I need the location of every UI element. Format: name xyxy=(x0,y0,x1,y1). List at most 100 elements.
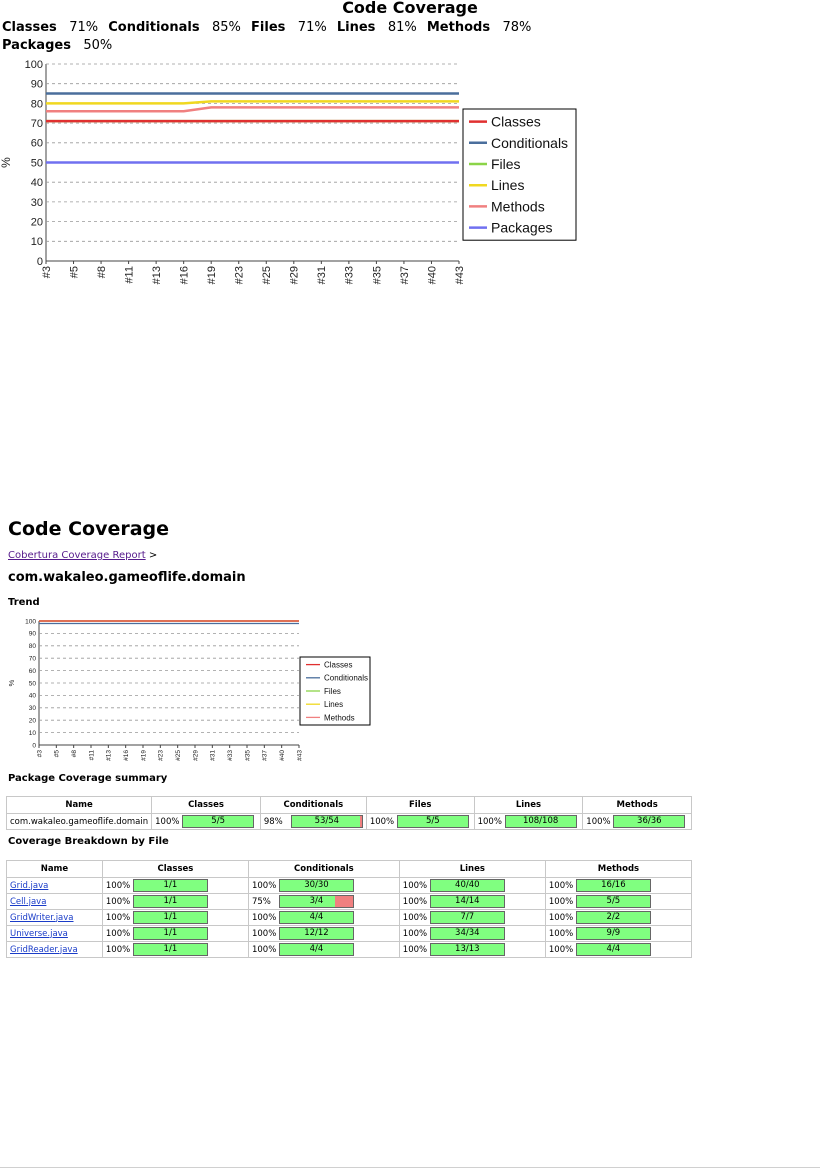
coverage-percent: 100% xyxy=(105,913,131,923)
summary-value-conditionals: 85% xyxy=(211,20,241,35)
coverage-ratio: 53/54 xyxy=(314,816,340,826)
y-tick-label: 50 xyxy=(31,157,43,169)
coverage-bar: 16/16 xyxy=(575,879,651,892)
table-row: Cell.java 100% 1/1 75% 3/4 100% 14/14 100% 5/5 xyxy=(6,893,693,910)
summary-key-conditionals: Conditionals xyxy=(108,20,200,35)
y-tick-label: 40 xyxy=(29,693,37,700)
breadcrumb: Cobertura Coverage Report > xyxy=(8,550,157,561)
y-tick-label: 0 xyxy=(32,742,36,749)
file-link[interactable]: Universe.java xyxy=(10,929,68,939)
summary-value-classes: 71% xyxy=(69,20,99,35)
package-name: com.wakaleo.gameoflife.domain xyxy=(10,816,149,827)
file-link[interactable]: Grid.java xyxy=(10,881,48,891)
coverage-cell: 100% 13/13 xyxy=(398,941,546,958)
bottom-divider xyxy=(0,1167,820,1168)
table-row: GridReader.java 100% 1/1 100% 4/4 100% 13/13 10… xyxy=(6,941,693,958)
name-cell: com.wakaleo.gameoflife.domain xyxy=(5,813,153,830)
legend-label-files: Files xyxy=(324,687,341,696)
summary-key-files: Files xyxy=(251,20,286,35)
coverage-percent: 98% xyxy=(263,817,283,827)
coverage-percent: 100% xyxy=(548,929,574,939)
file-link[interactable]: GridReader.java xyxy=(10,945,78,955)
file-link[interactable]: Cell.java xyxy=(10,897,46,907)
x-tick-label: #16 xyxy=(179,266,191,284)
coverage-ratio: 1/1 xyxy=(163,944,178,954)
coverage-cell: 100% 16/16 xyxy=(544,877,693,894)
coverage-percent: 100% xyxy=(105,897,131,907)
coverage-percent: 100% xyxy=(251,913,277,923)
package-coverage-table: Name Classes Conditionals Files Lines Methods… xyxy=(5,796,692,830)
coverage-percent: 100% xyxy=(155,817,180,827)
name-cell: Universe.java xyxy=(6,925,103,942)
package-title: com.wakaleo.gameoflife.domain xyxy=(8,570,246,585)
coverage-ratio: 2/2 xyxy=(606,912,621,922)
file-link[interactable]: GridWriter.java xyxy=(10,913,74,923)
y-tick-label: 80 xyxy=(31,98,43,110)
x-tick-label: #35 xyxy=(371,266,383,284)
coverage-percent: 100% xyxy=(251,929,277,939)
y-tick-label: 10 xyxy=(31,236,43,248)
breadcrumb-link-report[interactable]: Cobertura Coverage Report xyxy=(8,550,146,561)
coverage-cell: 100% 108/108 xyxy=(473,813,584,830)
coverage-bar: 108/108 xyxy=(504,815,577,828)
coverage-ratio: 5/5 xyxy=(425,816,440,826)
coverage-bar: 14/14 xyxy=(429,895,505,908)
coverage-bar: 4/4 xyxy=(278,943,354,956)
coverage-cell: 100% 5/5 xyxy=(544,893,693,910)
x-tick-label: #23 xyxy=(234,266,246,284)
x-tick-label: #40 xyxy=(279,750,286,761)
coverage-cell: 100% 30/30 xyxy=(247,877,400,894)
coverage-percent: 100% xyxy=(369,817,395,827)
coverage-cell: 100% 1/1 xyxy=(101,941,249,958)
x-tick-label: #19 xyxy=(206,266,218,284)
column-header-classes: Classes xyxy=(101,860,249,878)
coverage-percent: 100% xyxy=(105,929,131,939)
legend-label-files: Files xyxy=(491,156,521,172)
coverage-bar: 1/1 xyxy=(132,895,208,908)
coverage-bar: 5/5 xyxy=(182,815,255,828)
y-tick-label: 70 xyxy=(31,118,43,130)
coverage-ratio: 1/1 xyxy=(163,896,178,906)
coverage-bar: 30/30 xyxy=(278,879,354,892)
column-header-name: Name xyxy=(6,860,103,878)
column-header-lines: Lines xyxy=(398,860,546,878)
coverage-bar: 12/12 xyxy=(278,927,354,940)
legend-label-packages: Packages xyxy=(491,220,552,236)
table-row: Grid.java 100% 1/1 100% 30/30 100% 40/40 100% 16… xyxy=(6,877,693,894)
y-axis-label: % xyxy=(7,679,16,686)
column-header-conditionals: Conditionals xyxy=(247,860,400,878)
column-header-classes: Classes xyxy=(151,796,261,814)
coverage-cell: 100% 2/2 xyxy=(544,909,693,926)
breadcrumb-separator: > xyxy=(148,550,158,561)
coverage-bar: 34/34 xyxy=(429,927,505,940)
y-tick-label: 100 xyxy=(25,59,43,71)
package-trend-chart: 0 10 20 30 40 50 60 70 80 90 100 #3 #5 #8 #11 #13 #16 #19… xyxy=(7,618,371,761)
coverage-cell: 100% 4/4 xyxy=(544,941,693,958)
summary-value-methods: 78% xyxy=(502,20,532,35)
x-tick-label: #13 xyxy=(151,266,163,284)
coverage-cell: 100% 5/5 xyxy=(365,813,475,830)
column-header-methods: Methods xyxy=(582,796,692,814)
legend-label-methods: Methods xyxy=(324,713,355,722)
coverage-bar: 4/4 xyxy=(278,911,354,924)
coverage-ratio: 7/7 xyxy=(460,912,475,922)
file-coverage-table: Name Classes Conditionals Lines Methods Grid… xyxy=(6,860,693,958)
coverage-percent: 100% xyxy=(586,817,611,827)
summary-key-packages: Packages xyxy=(2,38,71,53)
legend-label-conditionals: Conditionals xyxy=(324,674,368,683)
coverage-ratio: 5/5 xyxy=(211,816,225,826)
x-tick-label: #33 xyxy=(227,750,234,761)
coverage-percent: 100% xyxy=(251,881,277,891)
coverage-cell: 100% 1/1 xyxy=(101,925,249,942)
coverage-bar: 1/1 xyxy=(132,879,208,892)
y-tick-label: 100 xyxy=(25,618,36,625)
coverage-cell: 100% 34/34 xyxy=(398,925,546,942)
coverage-percent: 100% xyxy=(105,945,131,955)
x-tick-label: #16 xyxy=(123,750,130,761)
coverage-cell: 100% 1/1 xyxy=(101,877,249,894)
coverage-ratio: 30/30 xyxy=(304,880,329,890)
x-tick-label: #43 xyxy=(454,266,466,284)
y-tick-label: 30 xyxy=(31,197,43,209)
coverage-ratio: 34/34 xyxy=(455,928,480,938)
coverage-percent: 100% xyxy=(477,817,502,827)
